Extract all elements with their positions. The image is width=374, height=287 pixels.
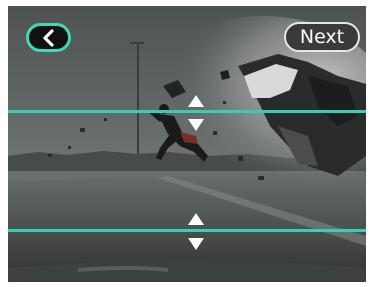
back-button[interactable] (26, 23, 71, 52)
video-crop-screen: Next (8, 6, 366, 282)
top-trim-handle-down-icon[interactable] (187, 118, 205, 132)
bottom-trim-handle-up-icon[interactable] (187, 212, 205, 226)
bottom-trim-handle-down-icon[interactable] (187, 237, 205, 251)
chevron-left-icon (42, 28, 54, 47)
next-button[interactable]: Next (284, 22, 360, 52)
bottom-trim-line[interactable] (8, 229, 366, 232)
top-trim-line[interactable] (8, 110, 366, 113)
top-trim-handle-up-icon[interactable] (187, 94, 205, 108)
